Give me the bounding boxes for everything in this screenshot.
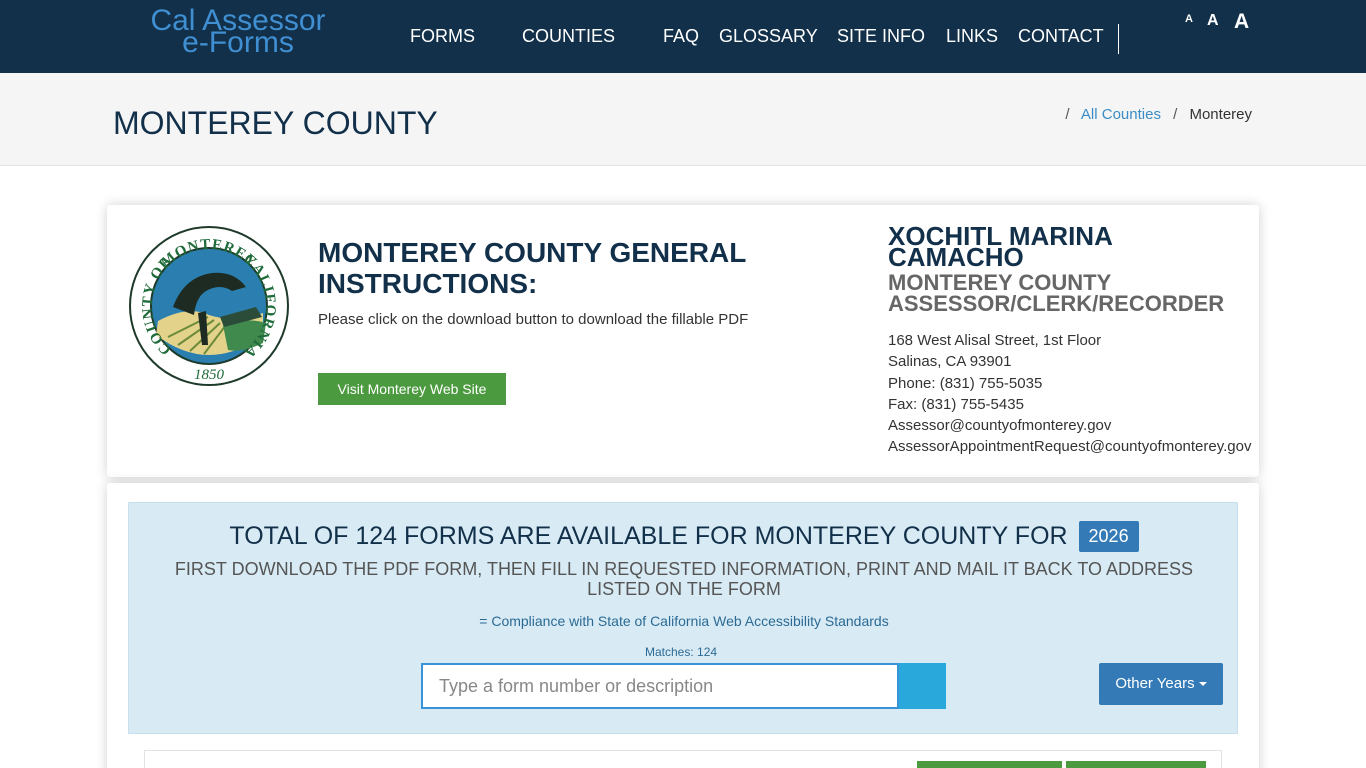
nav-divider — [1118, 24, 1119, 54]
breadcrumb-all-counties[interactable]: All Counties — [1081, 106, 1161, 123]
nav-glossary[interactable]: GLOSSARY — [719, 26, 818, 47]
top-navbar: Cal Assessor e-Forms FORMS COUNTIES FAQ … — [0, 0, 1366, 73]
breadcrumb-separator: / — [1173, 106, 1178, 123]
breadcrumb-separator: / — [1065, 106, 1070, 123]
page-header: MONTEREY COUNTY / All Counties / Montere… — [0, 73, 1366, 166]
form-search-input[interactable] — [421, 663, 899, 709]
assessor-title: MONTEREY COUNTY ASSESSOR/CLERK/RECORDER — [888, 270, 1225, 316]
font-size-large-button[interactable]: A — [1234, 10, 1249, 34]
contact-phone: Phone: (831) 755-5035 — [888, 374, 1043, 392]
instructions-title: MONTEREY COUNTY GENERAL INSTRUCTIONS: — [318, 237, 746, 299]
other-years-dropdown[interactable]: Other Years — [1099, 663, 1223, 705]
county-seal-logo: MONTEREY COUNTY OF CALIFORNIA 1850 — [129, 226, 289, 386]
forms-heading-text: TOTAL OF 124 FORMS ARE AVAILABLE FOR MON… — [229, 522, 1068, 550]
forms-instructions: FIRST DOWNLOAD THE PDF FORM, THEN FILL I… — [174, 559, 1194, 599]
accessibility-compliance-note: = Compliance with State of California We… — [479, 613, 889, 629]
nav-forms[interactable]: FORMS — [410, 26, 475, 47]
page-title: MONTEREY COUNTY — [113, 105, 438, 141]
contact-email[interactable]: Assessor@countyofmonterey.gov — [888, 415, 1251, 436]
nav-faq[interactable]: FAQ — [663, 26, 699, 47]
visit-website-button[interactable]: Visit Monterey Web Site — [318, 373, 506, 405]
contact-appointment-email[interactable]: AssessorAppointmentRequest@countyofmonte… — [888, 436, 1251, 457]
instructions-text: Please click on the download button to d… — [318, 311, 749, 328]
other-years-label: Other Years — [1115, 675, 1195, 692]
seal-year: 1850 — [194, 367, 225, 383]
font-size-small-button[interactable]: A — [1185, 13, 1193, 25]
breadcrumb: / All Counties / Monterey — [1057, 106, 1252, 123]
download-button[interactable] — [917, 761, 1062, 768]
matches-count: Matches: 124 — [645, 645, 718, 659]
search-button[interactable] — [899, 663, 946, 709]
year-badge: 2026 — [1078, 521, 1139, 552]
nav-site-info[interactable]: SITE INFO — [837, 26, 925, 47]
breadcrumb-current: Monterey — [1189, 106, 1252, 123]
county-info-card: MONTEREY COUNTY OF CALIFORNIA 1850 MONTE… — [107, 205, 1259, 477]
nav-links[interactable]: LINKS — [946, 26, 998, 47]
forms-summary-panel: TOTAL OF 124 FORMS ARE AVAILABLE FOR MON… — [128, 502, 1238, 734]
contact-address-line: 168 West Alisal Street, 1st Floor — [888, 332, 1102, 349]
forms-count-heading: TOTAL OF 124 FORMS ARE AVAILABLE FOR MON… — [129, 521, 1239, 552]
contact-city-line: Salinas, CA 93901 — [888, 353, 1012, 371]
caret-down-icon — [1198, 682, 1207, 687]
contact-fax: Fax: (831) 755-5435 — [888, 395, 1024, 413]
nav-counties[interactable]: COUNTIES — [522, 26, 615, 47]
font-size-medium-button[interactable]: A — [1207, 12, 1219, 30]
assessor-name: XOCHITL MARINA CAMACHO — [888, 221, 1112, 272]
assessor-contact: 168 West Alisal Street, 1st Floor Salina… — [888, 330, 1251, 458]
nav-contact[interactable]: CONTACT — [1018, 26, 1104, 47]
site-logo[interactable]: Cal Assessor e-Forms — [143, 6, 333, 58]
download-button[interactable] — [1066, 761, 1206, 768]
